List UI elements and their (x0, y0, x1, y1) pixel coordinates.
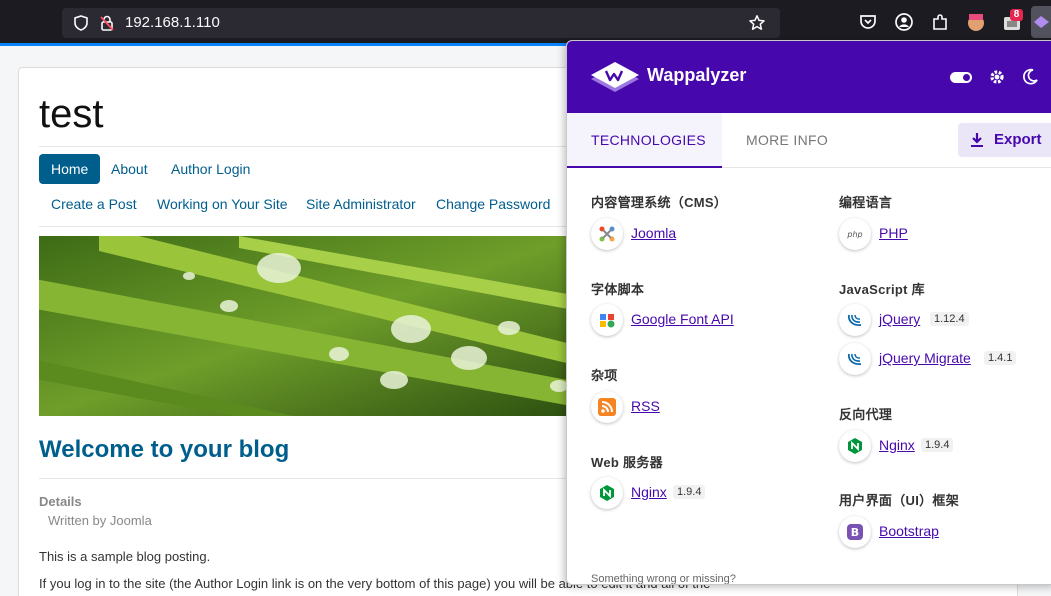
post-title[interactable]: Welcome to your blog (39, 436, 289, 464)
rss-icon (591, 391, 623, 423)
category-cms: 内容管理系统（CMS） (591, 195, 728, 210)
extension-avatar-icon[interactable] (966, 12, 986, 32)
wappalyzer-popup: Wappalyzer TECHNOLOGIES MORE INFO Export… (566, 40, 1051, 585)
category-web-servers: Web 服务器 (591, 455, 663, 470)
post-paragraph: This is a sample blog posting. (39, 549, 211, 564)
bootstrap-icon: B (839, 516, 871, 548)
category-miscellaneous: 杂项 (591, 368, 618, 383)
svg-text:B: B (851, 526, 859, 539)
extensions-puzzle-icon[interactable] (930, 12, 950, 32)
tech-name[interactable]: jQuery Migrate (879, 350, 971, 366)
tech-version: 1.12.4 (930, 312, 969, 326)
menu-about[interactable]: About (99, 154, 160, 184)
wappalyzer-toolbar-icon (1034, 16, 1049, 28)
menu-author-login[interactable]: Author Login (159, 154, 262, 184)
gear-icon[interactable] (988, 68, 1006, 86)
tech-version: 1.9.4 (921, 438, 954, 452)
header-banner-image (39, 236, 579, 416)
wappalyzer-toolbar-button[interactable] (1031, 6, 1051, 38)
export-label: Export (994, 131, 1042, 148)
shield-icon[interactable] (72, 14, 90, 32)
tech-version: 1.4.1 (984, 351, 1017, 365)
tech-name[interactable]: jQuery (879, 311, 920, 327)
tech-name[interactable]: Google Font API (631, 311, 734, 327)
menu-site-administrator[interactable]: Site Administrator (306, 196, 416, 212)
tech-version: 1.9.4 (673, 485, 706, 499)
url-text[interactable]: 192.168.1.110 (125, 14, 220, 31)
bookmark-star-icon[interactable] (748, 14, 766, 32)
tech-name[interactable]: Nginx (879, 437, 915, 453)
joomla-icon (591, 218, 623, 250)
wappalyzer-tabs: TECHNOLOGIES MORE INFO Export (567, 113, 1051, 168)
pocket-icon[interactable] (858, 12, 878, 32)
tech-name[interactable]: PHP (879, 225, 908, 241)
tab-more-info[interactable]: MORE INFO (746, 113, 828, 168)
details-author: Written by Joomla (48, 513, 152, 528)
tech-name[interactable]: RSS (631, 398, 660, 414)
category-javascript-libraries: JavaScript 库 (839, 282, 925, 297)
moon-icon[interactable] (1021, 68, 1039, 86)
jquery-icon (839, 304, 871, 336)
menu-create-post[interactable]: Create a Post (51, 196, 137, 212)
browser-toolbar: 192.168.1.110 8 (0, 0, 1051, 44)
wappalyzer-logo-icon (591, 62, 639, 92)
site-title[interactable]: test (39, 92, 103, 137)
svg-text:php: php (846, 230, 862, 239)
enable-toggle[interactable] (950, 72, 972, 83)
category-programming-languages: 编程语言 (839, 195, 893, 210)
category-reverse-proxies: 反向代理 (839, 407, 893, 422)
export-button[interactable]: Export (958, 123, 1051, 157)
google-font-api-icon (591, 304, 623, 336)
tech-name[interactable]: Joomla (631, 225, 676, 241)
menu-change-password[interactable]: Change Password (436, 196, 550, 212)
menu-working-on-site[interactable]: Working on Your Site (157, 196, 288, 212)
details-label: Details (39, 494, 82, 509)
extension-badge-count: 8 (1010, 9, 1023, 21)
wappalyzer-header: Wappalyzer (567, 41, 1051, 113)
menu-home[interactable]: Home (39, 154, 101, 184)
php-icon: php (839, 218, 871, 250)
tab-technologies[interactable]: TECHNOLOGIES (567, 113, 722, 168)
jquery-icon (839, 343, 871, 375)
download-icon (971, 133, 983, 147)
tech-name[interactable]: Nginx (631, 484, 667, 500)
category-font-scripts: 字体脚本 (591, 282, 645, 297)
category-ui-frameworks: 用户界面（UI）框架 (839, 493, 959, 508)
insecure-lock-icon[interactable] (98, 14, 116, 32)
tech-name[interactable]: Bootstrap (879, 523, 939, 539)
wappalyzer-brand: Wappalyzer (647, 65, 747, 85)
nginx-icon (839, 430, 871, 462)
nginx-icon (591, 477, 623, 509)
report-issue-link[interactable]: Something wrong or missing? (591, 573, 736, 584)
url-bar[interactable]: 192.168.1.110 (62, 8, 780, 38)
account-icon[interactable] (894, 12, 914, 32)
